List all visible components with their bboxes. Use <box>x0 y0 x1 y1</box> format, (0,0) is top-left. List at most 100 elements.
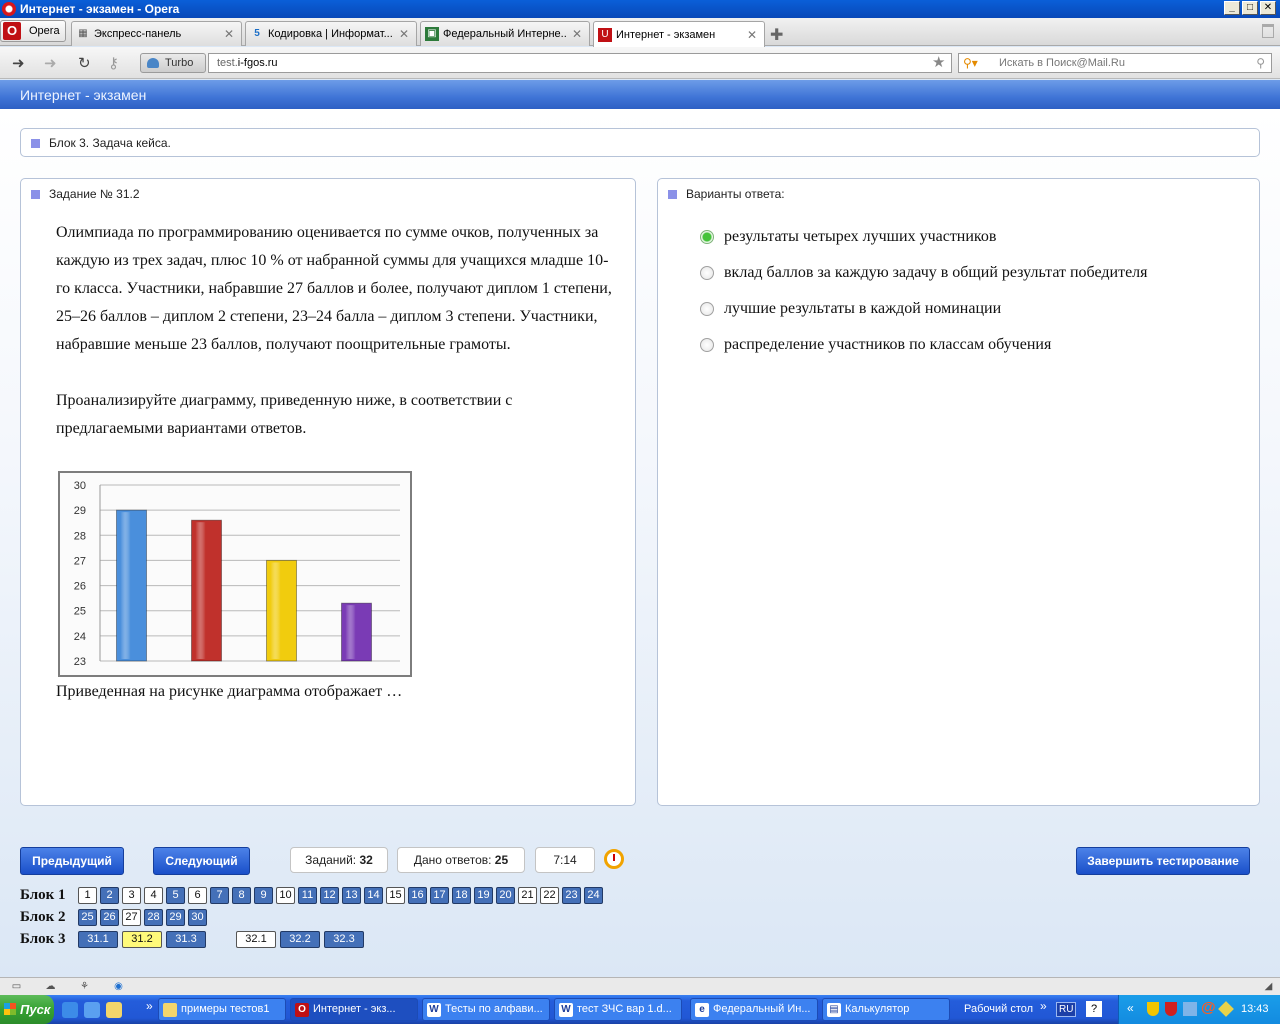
network-icon[interactable] <box>1183 1002 1197 1016</box>
question-nav-button[interactable]: 23 <box>562 887 581 904</box>
desktop-toolbar-label[interactable]: Рабочий стол <box>964 1003 1033 1015</box>
speed-dial-icon[interactable]: ◉ <box>112 981 125 992</box>
search-engine-icon[interactable]: ⚲▾ <box>963 56 978 70</box>
answer-option[interactable]: результаты четырех лучших участников <box>700 219 1148 255</box>
answer-option[interactable]: лучшие результаты в каждой номинации <box>700 291 1148 327</box>
question-nav-button[interactable]: 24 <box>584 887 603 904</box>
url-field[interactable]: test.i-fgos.ru <box>208 53 952 73</box>
radio-button[interactable] <box>700 266 714 280</box>
question-nav-button[interactable]: 8 <box>232 887 251 904</box>
question-nav-button[interactable]: 14 <box>364 887 383 904</box>
question-nav-button[interactable]: 32.1 <box>236 931 276 948</box>
shield-icon[interactable] <box>1147 1002 1159 1016</box>
radio-button[interactable] <box>700 302 714 316</box>
quicklaunch-chevron-icon[interactable]: » <box>146 999 153 1013</box>
question-nav-button[interactable]: 17 <box>430 887 449 904</box>
tab-close-icon[interactable]: ✕ <box>747 28 759 42</box>
tray-expand-icon[interactable]: « <box>1127 1001 1134 1015</box>
taskbar-item[interactable]: ▤ Калькулятор <box>822 998 950 1021</box>
question-nav-button[interactable]: 13 <box>342 887 361 904</box>
radio-button[interactable] <box>700 230 714 244</box>
question-nav-button[interactable]: 32.2 <box>280 931 320 948</box>
taskbar-item[interactable]: e Федеральный Ин... <box>690 998 818 1021</box>
close-icon[interactable]: ✕ <box>1260 1 1276 15</box>
taskbar-item[interactable]: Wтест ЗЧС вар 1.d... <box>554 998 682 1021</box>
y-tick-label: 24 <box>74 631 86 643</box>
question-nav-button[interactable]: 16 <box>408 887 427 904</box>
previous-button[interactable]: Предыдущий <box>20 847 124 875</box>
search-icon[interactable]: ⚲ <box>1256 56 1265 70</box>
radio-button[interactable] <box>700 338 714 352</box>
folder-icon[interactable] <box>106 1002 122 1018</box>
question-nav-button[interactable]: 28 <box>144 909 163 926</box>
taskbar-item[interactable]: O Интернет - экз... <box>290 998 418 1021</box>
question-nav-button[interactable]: 22 <box>540 887 559 904</box>
question-nav-button[interactable]: 12 <box>320 887 339 904</box>
trash-icon[interactable] <box>1262 24 1274 38</box>
question-nav-button[interactable]: 31.2 <box>122 931 162 948</box>
question-nav-button[interactable]: 15 <box>386 887 405 904</box>
question-nav-button[interactable]: 20 <box>496 887 515 904</box>
next-button[interactable]: Следующий <box>153 847 250 875</box>
answer-option[interactable]: вклад баллов за каждую задачу в общий ре… <box>700 255 1148 291</box>
question-nav-button[interactable]: 18 <box>452 887 471 904</box>
question-nav-button[interactable]: 30 <box>188 909 207 926</box>
question-nav-button[interactable]: 6 <box>188 887 207 904</box>
forward-arrow-icon[interactable]: ➜ <box>44 54 57 72</box>
tasks-count-box: Заданий: 32 <box>290 847 388 873</box>
tab-federal[interactable]: ▣ Федеральный Интерне... ✕ <box>420 21 590 46</box>
minimize-icon[interactable]: _ <box>1224 1 1240 15</box>
resize-grip-icon[interactable]: ◢ <box>1262 981 1275 992</box>
key-icon[interactable]: ⚷ <box>108 54 119 72</box>
antivirus-icon[interactable] <box>1165 1002 1177 1016</box>
finish-test-button[interactable]: Завершить тестирование <box>1076 847 1250 875</box>
question-nav-button[interactable]: 2 <box>100 887 119 904</box>
question-nav-button[interactable]: 25 <box>78 909 97 926</box>
tab-express-panel[interactable]: ▦ Экспресс-панель ✕ <box>71 21 242 46</box>
tab-close-icon[interactable]: ✕ <box>399 27 411 41</box>
new-tab-icon[interactable]: ✚ <box>770 25 783 45</box>
share-icon[interactable]: ⚘ <box>78 981 91 992</box>
tab-internet-exam[interactable]: U Интернет - экзамен ✕ <box>593 21 765 47</box>
opera-menu-button[interactable]: O Opera <box>0 20 66 42</box>
question-nav-button[interactable]: 26 <box>100 909 119 926</box>
task-text: Олимпиада по программированию оцениваетс… <box>56 219 616 471</box>
question-nav-button[interactable]: 29 <box>166 909 185 926</box>
toolbar-chevron-icon[interactable]: » <box>1040 999 1047 1013</box>
question-nav-button[interactable]: 10 <box>276 887 295 904</box>
start-button[interactable]: Пуск <box>0 995 54 1024</box>
tab-encoding[interactable]: 5 Кодировка | Информат... ✕ <box>245 21 417 46</box>
turbo-button[interactable]: Turbo <box>140 53 206 73</box>
question-nav-button[interactable]: 19 <box>474 887 493 904</box>
tab-close-icon[interactable]: ✕ <box>224 27 236 41</box>
question-nav-button[interactable]: 9 <box>254 887 273 904</box>
quicklaunch-icon[interactable] <box>84 1002 100 1018</box>
mail-agent-icon[interactable]: @ <box>1201 999 1216 1016</box>
maximize-icon[interactable]: □ <box>1242 1 1258 15</box>
bookmark-star-icon[interactable]: ★ <box>932 53 945 71</box>
question-nav-button[interactable]: 7 <box>210 887 229 904</box>
tray-app-icon[interactable] <box>1218 1001 1234 1017</box>
reload-icon[interactable]: ↻ <box>78 54 91 72</box>
question-nav-button[interactable]: 5 <box>166 887 185 904</box>
answer-option[interactable]: распределение участников по классам обуч… <box>700 327 1148 363</box>
question-nav-button[interactable]: 27 <box>122 909 141 926</box>
question-nav-button[interactable]: 4 <box>144 887 163 904</box>
question-nav-button[interactable]: 21 <box>518 887 537 904</box>
tab-close-icon[interactable]: ✕ <box>572 27 584 41</box>
taskbar-item[interactable]: примеры тестов1 <box>158 998 286 1021</box>
question-nav-button[interactable]: 31.3 <box>166 931 206 948</box>
question-nav-button[interactable]: 31.1 <box>78 931 118 948</box>
internet-explorer-icon[interactable] <box>62 1002 78 1018</box>
question-nav-button[interactable]: 11 <box>298 887 317 904</box>
language-indicator[interactable]: RU <box>1056 1002 1077 1017</box>
panel-toggle-icon[interactable]: ▭ <box>10 981 23 992</box>
taskbar-item[interactable]: W Тесты по алфави... <box>422 998 550 1021</box>
question-nav-button[interactable]: 32.3 <box>324 931 364 948</box>
back-arrow-icon[interactable]: ➜ <box>12 54 25 72</box>
question-nav-button[interactable]: 1 <box>78 887 97 904</box>
search-input[interactable]: ⚲▾ Искать в Поиск@Mail.Ru ⚲ <box>958 53 1272 73</box>
help-icon[interactable]: ? <box>1086 1001 1102 1017</box>
question-nav-button[interactable]: 3 <box>122 887 141 904</box>
cloud-icon[interactable]: ☁ <box>44 981 57 992</box>
